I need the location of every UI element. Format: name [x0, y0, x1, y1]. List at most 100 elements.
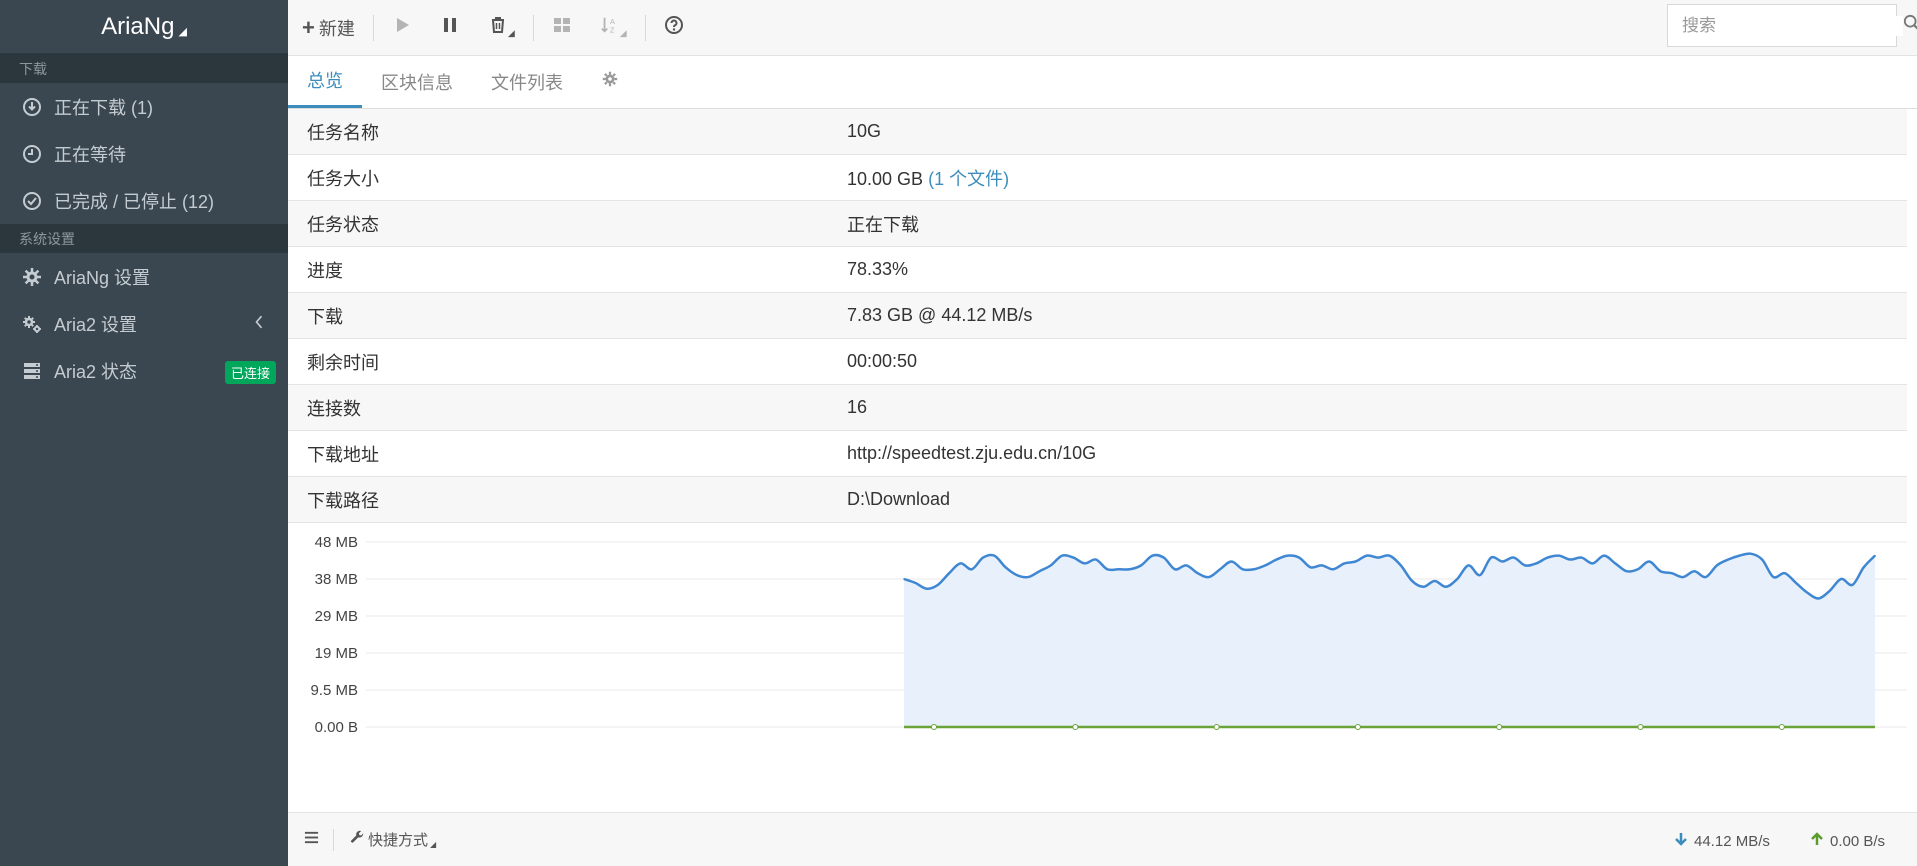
sort-button[interactable]: AZ ◢	[586, 0, 641, 56]
download-series-point	[937, 584, 939, 586]
toolbar-divider	[644, 14, 646, 41]
download-series-point	[1874, 554, 1876, 557]
download-series-point	[1772, 576, 1775, 578]
download-series-point	[1095, 558, 1097, 561]
tab-pieces[interactable]: 区块信息	[362, 55, 472, 108]
caret-icon: ◢	[178, 26, 187, 38]
download-series-point	[1016, 574, 1018, 576]
gear-icon	[20, 265, 44, 289]
upload-series-point	[1637, 724, 1644, 730]
download-series-point	[1693, 570, 1696, 573]
download-series-point	[1309, 566, 1312, 569]
toolbar-divider	[532, 14, 534, 41]
sidebar-item-stopped[interactable]: 已完成 / 已停止 (12)	[0, 177, 288, 224]
download-series-point	[1377, 556, 1380, 559]
tab-files[interactable]: 文件列表	[472, 55, 582, 108]
chart-y-tick-label: 38 MB	[315, 571, 358, 588]
download-series-point	[1072, 556, 1075, 559]
tab-overview[interactable]: 总览	[288, 55, 362, 108]
sidebar-item-aria2-status[interactable]: Aria2 状态 已连接	[0, 347, 288, 394]
footer: 快捷方式 ◢ 44.12 MB/s 0.00 B/s	[288, 812, 1917, 866]
download-series-point	[1795, 582, 1797, 584]
download-series-point	[948, 572, 950, 574]
download-series-point	[1524, 564, 1526, 567]
shortcut-label: 快捷方式	[368, 832, 429, 849]
download-series-point	[1738, 554, 1741, 557]
clock-icon	[20, 142, 44, 166]
task-info-table: 任务名称 10G 任务大小 10.00 GB (1 个文件) 任务状态 正在下载…	[288, 109, 1907, 523]
info-key: 任务状态	[307, 214, 379, 235]
brand-name: AriaNg	[101, 12, 175, 40]
select-all-button[interactable]	[538, 0, 586, 56]
sidebar-item-label: AriaNg 设置	[54, 267, 151, 288]
download-series-point	[1490, 556, 1492, 559]
info-key: 进度	[307, 260, 343, 281]
info-row-remaining: 剩余时间 00:00:50	[288, 339, 1907, 385]
footer-divider	[333, 828, 334, 851]
sidebar-item-waiting[interactable]: 正在等待	[0, 130, 288, 177]
download-series-point	[1219, 568, 1221, 571]
download-series-point	[1106, 568, 1109, 571]
sidebar-item-ariang-settings[interactable]: AriaNg 设置	[0, 253, 288, 300]
upload-series-point	[1213, 724, 1220, 730]
download-series-point	[1196, 572, 1199, 574]
speed-chart: 48 MB 38 MB 29 MB 19 MB 9.5 MB 0.00 B	[288, 525, 1907, 813]
download-series-point	[1512, 556, 1515, 559]
download-series-point	[1761, 558, 1763, 561]
toolbar-divider	[372, 14, 374, 41]
tab-settings[interactable]	[582, 55, 638, 108]
server-icon	[20, 359, 44, 383]
download-series-point	[1829, 589, 1831, 592]
tab-bar: 总览 区块信息 文件列表	[288, 56, 1917, 109]
wrench-icon	[350, 830, 365, 849]
caret-icon: ◢	[507, 28, 515, 38]
upload-series-point	[1496, 724, 1503, 730]
chart-y-tick-label: 19 MB	[315, 645, 358, 662]
download-series-point	[1061, 554, 1063, 557]
download-series-point	[1501, 560, 1504, 563]
download-series-point	[1083, 562, 1086, 565]
pause-icon	[440, 15, 460, 40]
sidebar-item-downloading[interactable]: 正在下载 (1)	[0, 83, 288, 130]
download-series-point	[1704, 576, 1707, 578]
start-button[interactable]	[378, 0, 426, 56]
download-series-point	[1670, 572, 1673, 574]
info-key: 连接数	[307, 398, 361, 419]
help-button[interactable]	[650, 0, 698, 56]
download-series-point	[1625, 570, 1628, 573]
info-value: 正在下载	[847, 214, 919, 235]
search-icon[interactable]	[1903, 14, 1917, 37]
download-series-point	[914, 582, 917, 584]
delete-button[interactable]: ◢	[474, 0, 529, 56]
download-series-point	[959, 562, 962, 565]
brand[interactable]: AriaNg ◢	[0, 0, 288, 54]
menu-toggle-button[interactable]	[288, 830, 333, 849]
upload-series-point	[931, 724, 937, 730]
download-series-point	[1151, 554, 1154, 557]
download-speed: 44.12 MB/s	[1674, 832, 1770, 850]
search-input[interactable]	[1682, 15, 1903, 36]
download-series-point	[1230, 560, 1233, 563]
grid-icon	[552, 15, 572, 40]
arrow-down-icon	[1674, 832, 1694, 850]
speed-chart-svg: 48 MB 38 MB 29 MB 19 MB 9.5 MB 0.00 B	[310, 534, 1907, 736]
info-key: 下载	[307, 306, 343, 327]
new-task-button[interactable]: + 新建	[288, 0, 369, 56]
download-series-point	[1682, 576, 1684, 578]
download-series-point	[1140, 564, 1142, 567]
sidebar-item-aria2-settings[interactable]: Aria2 设置	[0, 300, 288, 347]
shortcut-button[interactable]: 快捷方式 ◢	[342, 829, 436, 850]
download-series-point	[1162, 556, 1165, 559]
info-row-progress: 进度 78.33%	[288, 247, 1907, 293]
download-series-point	[1591, 562, 1594, 565]
caret-icon: ◢	[430, 840, 437, 849]
download-series-point	[1320, 564, 1323, 567]
download-series-point	[1783, 572, 1786, 574]
section-header-settings: 系统设置	[0, 224, 288, 253]
download-series-point	[903, 578, 905, 580]
file-count-link[interactable]: (1 个文件)	[928, 169, 1009, 189]
pause-button[interactable]	[426, 0, 474, 56]
download-series-point	[925, 587, 928, 590]
download-series-point	[1558, 554, 1560, 557]
sidebar-item-label: 正在等待	[54, 144, 126, 165]
